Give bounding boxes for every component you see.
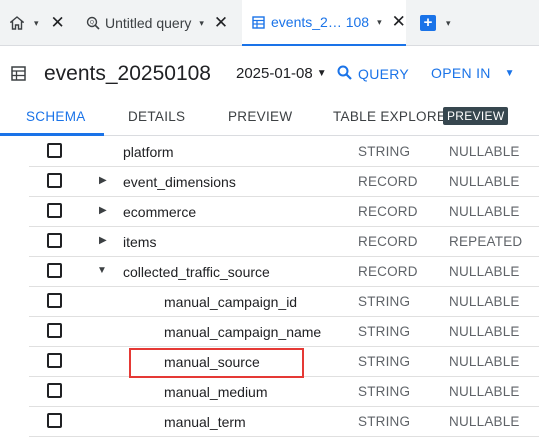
field-name: manual_campaign_name xyxy=(164,324,322,340)
row-checkbox[interactable] xyxy=(47,413,62,428)
close-icon[interactable]: ✕ xyxy=(51,13,65,33)
table-row: manual_term STRING NULLABLE xyxy=(29,407,539,437)
field-mode: NULLABLE xyxy=(449,294,520,309)
query-label: QUERY xyxy=(358,66,410,82)
field-mode: REPEATED xyxy=(449,234,523,249)
field-type: STRING xyxy=(358,294,411,309)
open-in-button[interactable]: OPEN IN ▼ xyxy=(431,65,515,81)
field-type: RECORD xyxy=(358,204,418,219)
query-button[interactable]: QUERY xyxy=(337,65,409,83)
row-checkbox[interactable] xyxy=(47,383,62,398)
field-name: manual_campaign_id xyxy=(164,294,298,310)
table-icon xyxy=(11,66,26,86)
field-type: STRING xyxy=(358,354,411,369)
home-icon xyxy=(10,16,24,30)
close-icon[interactable]: ✕ xyxy=(214,13,228,33)
close-icon[interactable]: ✕ xyxy=(392,12,406,32)
table-row: ▼ collected_traffic_source RECORD NULLAB… xyxy=(29,257,539,287)
preview-badge: PREVIEW xyxy=(443,107,509,125)
field-mode: NULLABLE xyxy=(449,204,520,219)
caret-down-icon: ▼ xyxy=(316,68,327,79)
plus-icon[interactable]: + xyxy=(420,15,436,31)
table-header: events_20250108 2025-01-08 ▼ QUERY OPEN … xyxy=(0,46,539,102)
field-mode: NULLABLE xyxy=(449,174,520,189)
row-checkbox[interactable] xyxy=(47,263,62,278)
chevron-down-icon[interactable]: ▾ xyxy=(199,18,204,29)
page-title: events_20250108 xyxy=(44,62,211,85)
tab-label: Untitled query xyxy=(105,15,192,31)
table-row: manual_campaign_name STRING NULLABLE xyxy=(29,317,539,347)
row-checkbox[interactable] xyxy=(47,233,62,248)
tab-details[interactable]: DETAILS xyxy=(128,109,185,124)
open-in-label: OPEN IN xyxy=(431,65,491,81)
svg-text:Q: Q xyxy=(90,20,94,26)
field-name: ecommerce xyxy=(123,204,197,220)
row-checkbox[interactable] xyxy=(47,203,62,218)
table-icon xyxy=(252,15,265,29)
tab-preview[interactable]: PREVIEW xyxy=(228,109,292,124)
expand-icon[interactable]: ▶ xyxy=(99,175,107,186)
row-checkbox[interactable] xyxy=(47,293,62,308)
field-mode: NULLABLE xyxy=(449,264,520,279)
field-name: collected_traffic_source xyxy=(123,264,270,280)
field-name: items xyxy=(123,234,157,250)
field-mode: NULLABLE xyxy=(449,324,520,339)
field-mode: NULLABLE xyxy=(449,354,520,369)
field-type: STRING xyxy=(358,324,411,339)
caret-down-icon: ▼ xyxy=(504,67,515,79)
chevron-down-icon[interactable]: ▾ xyxy=(34,18,39,29)
new-tab-button[interactable]: + ▾ xyxy=(414,0,474,46)
field-type: RECORD xyxy=(358,264,418,279)
search-icon xyxy=(337,65,352,83)
field-type: STRING xyxy=(358,414,411,429)
tab-table-explorer[interactable]: TABLE EXPLORER xyxy=(333,109,456,124)
field-name: event_dimensions xyxy=(123,174,236,190)
field-mode: NULLABLE xyxy=(449,414,520,429)
tab-untitled-query[interactable]: Q Untitled query ▾ ✕ xyxy=(86,0,242,46)
row-checkbox[interactable] xyxy=(47,323,62,338)
row-checkbox[interactable] xyxy=(47,353,62,368)
chevron-down-icon[interactable]: ▾ xyxy=(446,18,451,29)
field-name: manual_term xyxy=(164,414,246,430)
field-type: STRING xyxy=(358,384,411,399)
field-name: manual_medium xyxy=(164,384,268,400)
field-type: RECORD xyxy=(358,174,418,189)
field-mode: NULLABLE xyxy=(449,384,520,399)
field-mode: NULLABLE xyxy=(449,144,520,159)
table-row: manual_medium STRING NULLABLE xyxy=(29,377,539,407)
table-row: ▶ ecommerce RECORD NULLABLE xyxy=(29,197,539,227)
tab-home[interactable]: ▾ ✕ xyxy=(10,0,80,46)
query-icon: Q xyxy=(86,16,100,30)
field-type: RECORD xyxy=(358,234,418,249)
highlight-box xyxy=(129,348,304,378)
table-row: platform STRING NULLABLE xyxy=(29,137,539,167)
active-tab-indicator xyxy=(0,133,104,136)
table-row: manual_campaign_id STRING NULLABLE xyxy=(29,287,539,317)
chevron-down-icon[interactable]: ▾ xyxy=(377,17,382,28)
row-checkbox[interactable] xyxy=(47,143,62,158)
tab-label: events_2… 108 xyxy=(271,14,370,30)
sub-tabs: SCHEMA DETAILS PREVIEW TABLE EXPLORER PR… xyxy=(0,102,539,136)
expand-icon[interactable]: ▶ xyxy=(99,235,107,246)
tab-bar: ▾ ✕ Q Untitled query ▾ ✕ events_2… 108 ▾… xyxy=(0,0,539,46)
collapse-icon[interactable]: ▼ xyxy=(97,265,107,276)
table-row: ▶ items RECORD REPEATED xyxy=(29,227,539,257)
field-name: platform xyxy=(123,144,174,160)
expand-icon[interactable]: ▶ xyxy=(99,205,107,216)
field-type: STRING xyxy=(358,144,411,159)
date-selector[interactable]: 2025-01-08 ▼ xyxy=(236,65,327,82)
tab-events-table[interactable]: events_2… 108 ▾ ✕ xyxy=(242,0,406,46)
row-checkbox[interactable] xyxy=(47,173,62,188)
table-row: ▶ event_dimensions RECORD NULLABLE xyxy=(29,167,539,197)
tab-schema[interactable]: SCHEMA xyxy=(26,109,86,124)
date-value: 2025-01-08 xyxy=(236,65,313,82)
